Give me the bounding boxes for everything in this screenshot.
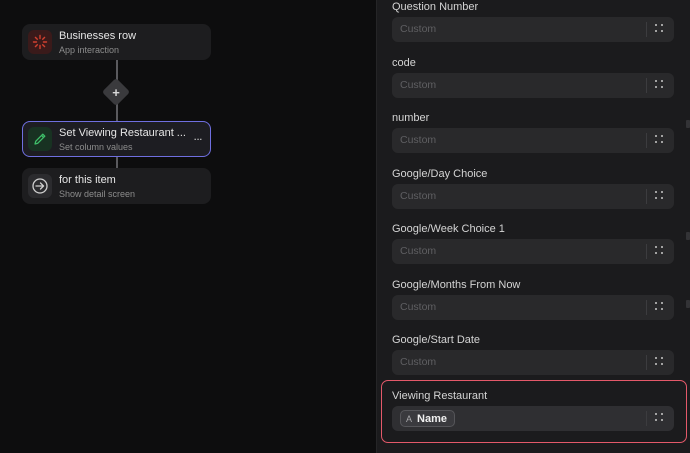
field-divider xyxy=(646,244,647,259)
field-placeholder: Custom xyxy=(400,23,437,35)
field-placeholder: Custom xyxy=(400,301,437,313)
field-input-number[interactable]: Custom xyxy=(392,128,674,153)
app-window: + Businesses row App interaction Set Vie… xyxy=(0,0,690,453)
node-subtitle: App interaction xyxy=(59,45,120,55)
field-label: Google/Start Date xyxy=(392,334,481,346)
drag-handle-icon[interactable] xyxy=(655,413,665,424)
node-title: Set Viewing Restaurant ... xyxy=(59,127,186,139)
drag-handle-icon[interactable] xyxy=(655,357,665,368)
field-input-google-week-choice[interactable]: Custom xyxy=(392,239,674,264)
field-input-question-number[interactable]: Custom xyxy=(392,17,674,42)
field-label: Google/Months From Now xyxy=(392,279,521,291)
field-input-viewing-restaurant[interactable]: A Name xyxy=(392,406,674,431)
drag-handle-icon[interactable] xyxy=(655,191,665,202)
drag-handle-icon[interactable] xyxy=(655,302,665,313)
field-label: code xyxy=(392,57,416,69)
workflow-node-set-column-values[interactable]: Set Viewing Restaurant ... Set column va… xyxy=(22,121,211,157)
field-placeholder: Custom xyxy=(400,79,437,91)
edge-marker xyxy=(686,120,690,128)
spark-icon xyxy=(28,30,52,54)
workflow-node-trigger[interactable]: Businesses row App interaction xyxy=(22,24,211,60)
arrow-circle-icon xyxy=(28,174,52,198)
drag-handle-icon[interactable] xyxy=(655,24,665,35)
plus-icon[interactable]: + xyxy=(106,82,126,102)
edge-marker xyxy=(686,300,690,308)
field-divider xyxy=(646,189,647,204)
node-title: for this item xyxy=(59,174,116,186)
workflow-node-show-detail[interactable]: for this item Show detail screen xyxy=(22,168,211,204)
field-placeholder: Custom xyxy=(400,356,437,368)
field-divider xyxy=(646,78,647,93)
field-label: Viewing Restaurant xyxy=(392,390,488,402)
drag-handle-icon[interactable] xyxy=(655,246,665,257)
node-subtitle: Show detail screen xyxy=(59,189,136,199)
field-placeholder: Custom xyxy=(400,245,437,257)
field-divider xyxy=(646,22,647,37)
field-input-google-months-from-now[interactable]: Custom xyxy=(392,295,674,320)
field-input-code[interactable]: Custom xyxy=(392,73,674,98)
field-placeholder: Custom xyxy=(400,190,437,202)
properties-panel: Question Number Custom code Custom numbe… xyxy=(376,0,690,453)
field-divider xyxy=(646,300,647,315)
field-divider xyxy=(646,355,647,370)
edge-marker xyxy=(686,232,690,240)
workflow-canvas[interactable]: + Businesses row App interaction Set Vie… xyxy=(0,0,376,453)
field-label: Google/Week Choice 1 xyxy=(392,223,505,235)
field-label: Question Number xyxy=(392,1,479,13)
field-input-google-start-date[interactable]: Custom xyxy=(392,350,674,375)
field-label: Google/Day Choice xyxy=(392,168,488,180)
connector-line xyxy=(116,157,118,168)
field-divider xyxy=(646,133,647,148)
text-type-icon: A xyxy=(406,413,413,424)
drag-handle-icon[interactable] xyxy=(655,135,665,146)
pencil-icon xyxy=(28,127,52,151)
more-options-icon[interactable]: ... xyxy=(193,130,202,142)
node-title: Businesses row xyxy=(59,30,137,42)
column-chip[interactable]: A Name xyxy=(400,410,455,427)
chip-label: Name xyxy=(417,412,447,425)
node-subtitle: Set column values xyxy=(59,142,133,152)
drag-handle-icon[interactable] xyxy=(655,80,665,91)
field-placeholder: Custom xyxy=(400,134,437,146)
field-input-google-day-choice[interactable]: Custom xyxy=(392,184,674,209)
field-divider xyxy=(646,411,647,426)
field-label: number xyxy=(392,112,430,124)
